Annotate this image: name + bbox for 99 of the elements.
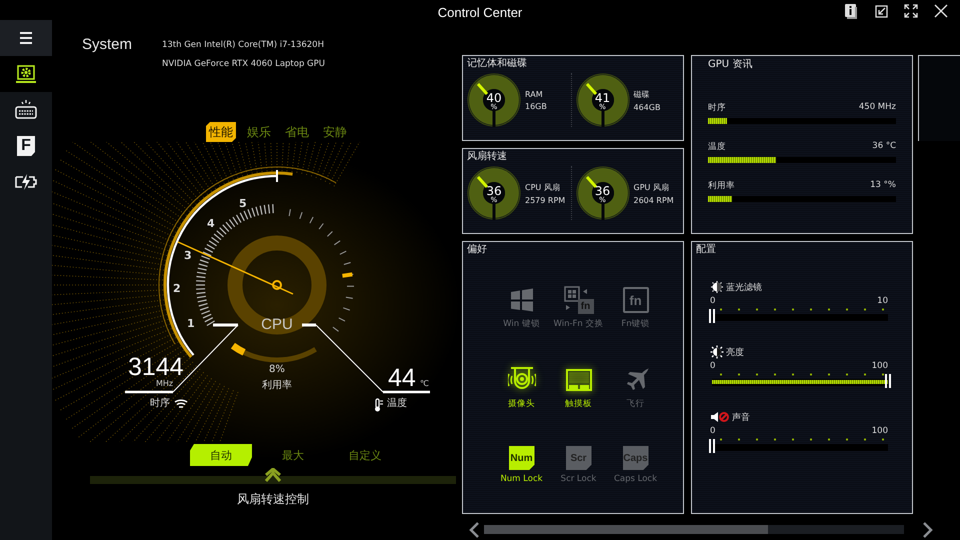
- speed-icon: [174, 398, 188, 410]
- slider-min: 0: [710, 296, 716, 306]
- key-icon: Num: [508, 446, 534, 470]
- toggle-button[interactable]: 飞行: [607, 366, 664, 446]
- item-detail: 16GB: [525, 102, 547, 110]
- usage-label: 利用率: [260, 381, 293, 391]
- panel-title: 偏好: [467, 244, 488, 256]
- fullscreen-icon: [902, 2, 920, 20]
- mode-tab[interactable]: 性能: [206, 122, 236, 142]
- close-icon: [932, 2, 950, 20]
- item-name: RAM: [525, 90, 544, 98]
- mode-tab[interactable]: 娱乐: [244, 122, 274, 142]
- f-logo-icon: F: [16, 136, 35, 156]
- fn-key-icon: fn: [622, 287, 648, 313]
- slider-min: 0: [710, 426, 716, 436]
- scroll-left-button[interactable]: [468, 522, 480, 538]
- item-name: GPU 风扇: [634, 182, 670, 192]
- fullscreen-button[interactable]: [902, 2, 920, 20]
- chevron-left-icon: [468, 522, 480, 538]
- sidebar-item[interactable]: [0, 56, 52, 92]
- scale-number: 1: [186, 318, 195, 329]
- panel-title: 配置: [696, 244, 717, 256]
- slider-thumb[interactable]: [885, 374, 891, 388]
- info-icon: [842, 2, 860, 20]
- item-detail: 2579 RPM: [525, 196, 566, 204]
- item-name: 磁碟: [634, 88, 650, 100]
- slider-max: 100: [872, 361, 888, 371]
- scale-number: 2: [172, 283, 181, 294]
- metric-reading: 13 °%: [870, 180, 896, 192]
- item-detail: 2604 RPM: [634, 196, 674, 204]
- slider-label: 亮度: [726, 346, 744, 358]
- chevron-right-icon: [922, 522, 934, 538]
- clock-unit: MHz: [156, 380, 174, 388]
- ring-gauge-drawing: [576, 73, 630, 127]
- scale-number: 4: [206, 218, 215, 229]
- toggle-button[interactable]: Win 键锁: [493, 286, 550, 366]
- temperature-label: 温度: [386, 399, 407, 409]
- close-button[interactable]: [932, 2, 950, 20]
- scroll-right-button[interactable]: [922, 522, 934, 538]
- fan-mode-tab[interactable]: 自定义: [334, 444, 396, 466]
- item-name: CPU 风扇: [525, 182, 561, 192]
- touchpad-icon: [564, 366, 592, 394]
- toggle-button[interactable]: Num Num Lock: [493, 446, 550, 526]
- section-title: System: [82, 36, 132, 55]
- metric-label: 时序: [708, 102, 726, 114]
- gauge-label: CPU: [260, 317, 294, 332]
- cpu-name: 13th Gen Intel(R) Core(TM) i7-13620H: [162, 40, 325, 50]
- clock-value: 3144: [128, 355, 184, 380]
- caret-icon: [264, 468, 282, 482]
- mode-tab[interactable]: 省电: [282, 122, 312, 142]
- slider-label: 蓝光滤镜: [726, 282, 762, 294]
- gpu-name: NVIDIA GeForce RTX 4060 Laptop GPU: [162, 59, 325, 69]
- gauge-value: 36: [594, 185, 612, 197]
- toggle-button[interactable]: fn Fn键锁: [607, 286, 664, 366]
- slider-thumb[interactable]: [709, 309, 715, 323]
- fan-mode-tab[interactable]: 自动: [190, 444, 252, 466]
- ring-gauge-drawing: [576, 166, 630, 220]
- scale-number: 3: [184, 250, 192, 261]
- toggle-button[interactable]: 摄像头: [493, 366, 550, 446]
- slider-label: 声音: [732, 412, 750, 424]
- slider-thumb[interactable]: [709, 439, 715, 453]
- clock-label: 时序: [150, 399, 170, 409]
- slider-min: 0: [710, 361, 716, 371]
- scale-number: 5: [238, 198, 247, 209]
- mode-tab[interactable]: 安静: [320, 122, 350, 142]
- gauge-value: 36: [485, 185, 503, 197]
- temperature-value: 44: [388, 366, 416, 391]
- gauge-value: 41: [594, 92, 612, 104]
- panel-title: 风扇转速: [467, 151, 508, 163]
- gauge-value: 40: [485, 92, 503, 104]
- metric-label: 利用率: [708, 180, 735, 192]
- fan-mode-tab[interactable]: 最大: [262, 444, 324, 466]
- temperature-unit: ℃: [420, 380, 429, 388]
- toggle-button[interactable]: Scr Scr Lock: [550, 446, 607, 526]
- gear-laptop-icon: [14, 62, 38, 86]
- info-button[interactable]: [842, 2, 860, 20]
- toggle-button[interactable]: Caps Caps Lock: [607, 446, 664, 526]
- panel-title: 记忆体和磁碟: [467, 58, 528, 70]
- slider-max: 100: [872, 426, 888, 436]
- scrollbar-thumb[interactable]: [484, 525, 768, 534]
- window-title: Control Center: [438, 4, 522, 20]
- panel-title: GPU 资讯: [708, 59, 754, 71]
- usage-value: 8%: [268, 365, 286, 375]
- ring-gauge-drawing: [467, 166, 521, 220]
- fan-control-label: 风扇转速控制: [236, 491, 309, 508]
- metric-reading: 450 MHz: [858, 102, 896, 114]
- toggle-button[interactable]: 触摸板: [550, 366, 607, 446]
- toggle-button[interactable]: fn Win-Fn 交换: [550, 286, 607, 366]
- metric-label: 温度: [708, 141, 726, 153]
- keyboard-icon: [14, 98, 38, 122]
- ring-gauge-drawing: [467, 73, 521, 127]
- metric-reading: 36 °C: [872, 141, 896, 153]
- item-detail: 464GB: [634, 102, 660, 112]
- key-icon: Caps: [622, 446, 648, 470]
- key-icon: Scr: [566, 446, 592, 470]
- sidebar-item[interactable]: [0, 20, 52, 56]
- slider-max: 10: [877, 296, 888, 306]
- brightness-icon: [710, 345, 724, 359]
- expand-button[interactable]: [264, 468, 282, 482]
